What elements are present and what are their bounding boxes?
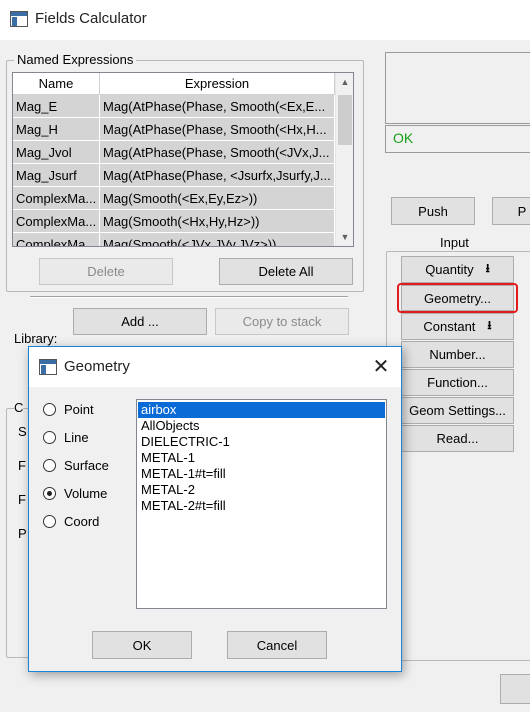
radio-label: Surface [64, 457, 109, 473]
table-row[interactable]: ComplexMa... Mag(Smooth(<JVx,JVy,JVz>)) [13, 233, 335, 246]
list-item[interactable]: METAL-2 [138, 482, 385, 498]
radio-button[interactable] [43, 430, 56, 444]
table-row[interactable]: Mag_Jsurf Mag(AtPhase(Phase, <Jsurfx,Jsur… [13, 164, 335, 187]
hidden-label-5: P [18, 526, 27, 541]
radio-label: Point [64, 401, 94, 417]
expression-value-cell: Mag(AtPhase(Phase, Smooth(<Ex,E... [100, 95, 335, 118]
radio-surface[interactable]: Surface [43, 455, 109, 475]
read-button[interactable]: Read... [401, 425, 514, 452]
table-vertical-scrollbar[interactable]: ▲ ▼ [335, 73, 353, 246]
named-expressions-label: Named Expressions [14, 52, 137, 67]
list-item[interactable]: METAL-2#t=fill [138, 498, 385, 514]
expression-value-cell: Mag(AtPhase(Phase, Smooth(<JVx,J... [100, 141, 335, 164]
named-expressions-table[interactable]: Name Expression Mag_E Mag(AtPhase(Phase, … [12, 72, 354, 247]
library-label: Library: [14, 331, 58, 346]
geometry-dialog: Geometry ✕ Point Line Surface Volume Coord a… [28, 346, 402, 672]
down-arrow-icon: ⭳ [487, 318, 492, 332]
radio-line[interactable]: Line [43, 427, 89, 447]
expression-name-cell: ComplexMa... [13, 210, 100, 233]
copy-to-stack-button[interactable]: Copy to stack [215, 308, 349, 335]
expression-value-cell: Mag(Smooth(<Hx,Hy,Hz>)) [100, 210, 335, 233]
list-item[interactable]: airbox [138, 402, 385, 418]
expression-value-cell: Mag(Smooth(<Ex,Ey,Ez>)) [100, 187, 335, 210]
radio-button[interactable] [43, 402, 56, 416]
radio-label: Coord [64, 513, 100, 529]
expression-name-cell: Mag_H [13, 118, 100, 141]
quantity-button[interactable]: Quantity ⭳ [401, 256, 514, 283]
delete-button[interactable]: Delete [39, 258, 173, 285]
radio-point[interactable]: Point [43, 399, 94, 419]
table-row[interactable]: Mag_E Mag(AtPhase(Phase, Smooth(<Ex,E... [13, 95, 335, 118]
delete-all-button[interactable]: Delete All [219, 258, 353, 285]
table-row[interactable]: Mag_H Mag(AtPhase(Phase, Smooth(<Hx,H... [13, 118, 335, 141]
table-row[interactable]: ComplexMa... Mag(Smooth(<Ex,Ey,Ez>)) [13, 187, 335, 210]
expression-name-cell: Mag_E [13, 95, 100, 118]
hidden-label-2: S [18, 424, 27, 439]
window-title: Fields Calculator [35, 10, 147, 27]
radio-coord[interactable]: Coord [43, 511, 99, 531]
quantity-label: Quantity [425, 262, 474, 277]
radio-button[interactable] [43, 514, 56, 528]
radio-volume[interactable]: Volume [43, 483, 107, 503]
radio-button[interactable] [43, 458, 56, 472]
input-label: Input [440, 235, 469, 250]
radio-label: Line [64, 429, 89, 445]
next-stack-button[interactable]: P [492, 197, 530, 225]
dialog-titlebar: Geometry ✕ [29, 347, 401, 387]
app-window-icon [10, 11, 28, 27]
expression-name-cell: Mag_Jvol [13, 141, 100, 164]
hidden-label-4: F [18, 492, 26, 507]
list-item[interactable]: DIELECTRIC-1 [138, 434, 385, 450]
expression-value-cell: Mag(AtPhase(Phase, Smooth(<Hx,H... [100, 118, 335, 141]
bottom-right-button[interactable] [500, 674, 530, 704]
scroll-down-icon[interactable]: ▼ [336, 228, 353, 246]
add-expression-button[interactable]: Add ... [73, 308, 207, 335]
scrollbar-thumb[interactable] [338, 95, 352, 145]
ok-button[interactable]: OK [92, 631, 192, 659]
constant-label: Constant [423, 319, 476, 334]
constant-button[interactable]: Constant ⭳ [401, 313, 514, 340]
expression-name-cell: ComplexMa... [13, 187, 100, 210]
close-icon[interactable]: ✕ [367, 353, 395, 381]
column-header-name[interactable]: Name [13, 73, 100, 95]
expression-name-cell: Mag_Jsurf [13, 164, 100, 187]
table-row[interactable]: ComplexMa... Mag(Smooth(<Hx,Hy,Hz>)) [13, 210, 335, 233]
list-item[interactable]: AllObjects [138, 418, 385, 434]
push-button[interactable]: Push [391, 197, 475, 225]
hidden-label-3: F [18, 458, 26, 473]
radio-label: Volume [64, 485, 108, 501]
radio-button[interactable] [43, 486, 56, 500]
cancel-button[interactable]: Cancel [227, 631, 327, 659]
dialog-title: Geometry [64, 358, 130, 375]
down-arrow-icon: ⭳ [485, 261, 490, 275]
geometry-highlight [397, 283, 518, 313]
status-text: OK [393, 130, 414, 146]
table-row[interactable]: Mag_Jvol Mag(AtPhase(Phase, Smooth(<JVx,J… [13, 141, 335, 164]
list-item[interactable]: METAL-1#t=fill [138, 466, 385, 482]
geometry-list[interactable]: airbox AllObjects DIELECTRIC-1 METAL-1 METAL… [136, 399, 387, 609]
expression-value-cell: Mag(AtPhase(Phase, <Jsurfx,Jsurfy,J... [100, 164, 335, 187]
hidden-label-1: C [14, 400, 24, 415]
stack-display [385, 52, 530, 124]
dialog-window-icon [39, 359, 57, 375]
expression-value-cell: Mag(Smooth(<JVx,JVy,JVz>)) [100, 233, 335, 246]
column-header-expression[interactable]: Expression [100, 73, 335, 95]
expression-name-cell: ComplexMa... [13, 233, 100, 246]
window-titlebar: Fields Calculator [0, 0, 530, 40]
list-item[interactable]: METAL-1 [138, 450, 385, 466]
function-button[interactable]: Function... [401, 369, 514, 396]
geom-settings-button[interactable]: Geom Settings... [401, 397, 514, 424]
scroll-up-icon[interactable]: ▲ [336, 73, 353, 91]
number-button[interactable]: Number... [401, 341, 514, 368]
separator [30, 296, 348, 298]
